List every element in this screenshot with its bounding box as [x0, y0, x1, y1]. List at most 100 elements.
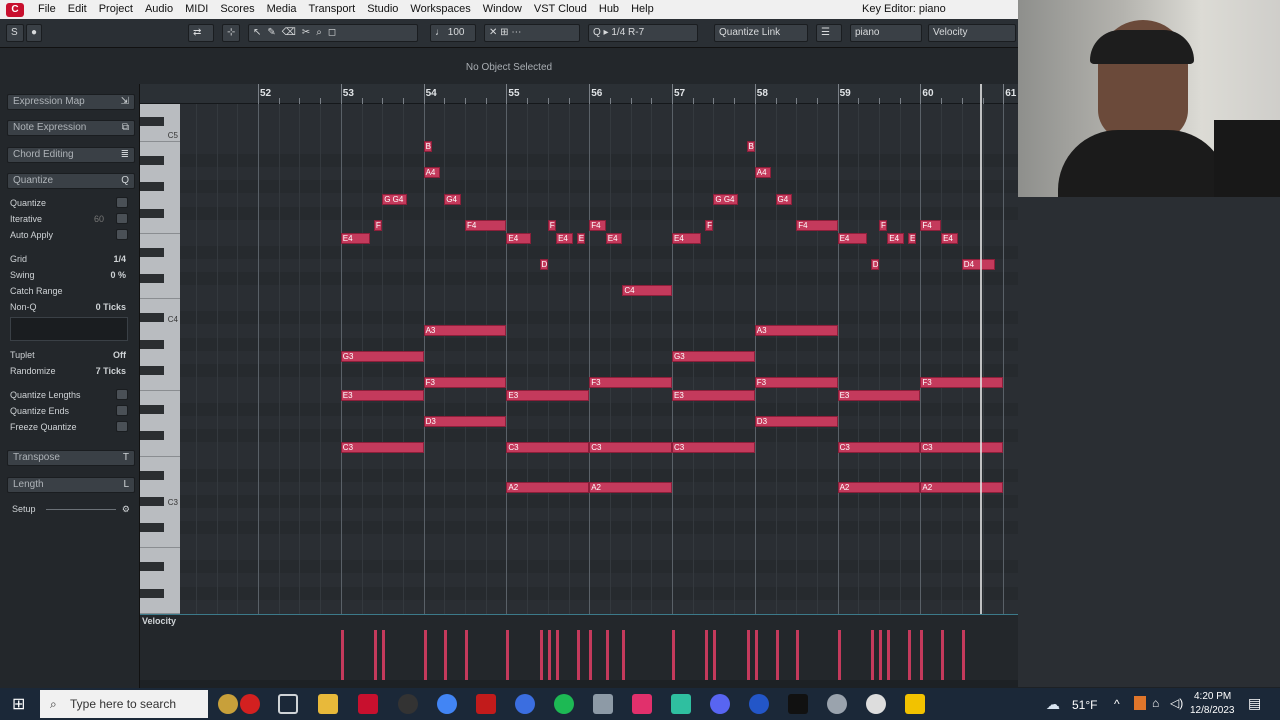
playhead[interactable]: [980, 84, 982, 680]
midi-note[interactable]: D: [870, 259, 879, 270]
file-explorer-icon[interactable]: [318, 694, 338, 714]
velocity-bar[interactable]: [605, 630, 609, 680]
chevron-up-icon[interactable]: ^: [1114, 697, 1120, 711]
black-key[interactable]: [140, 405, 164, 415]
black-key[interactable]: [140, 496, 164, 506]
midi-note[interactable]: E4: [506, 232, 532, 244]
iterative-icon[interactable]: [116, 213, 128, 224]
midi-note[interactable]: G G4: [713, 193, 739, 205]
velocity-bar[interactable]: [775, 630, 779, 680]
windows-start-icon[interactable]: ⊞: [12, 694, 25, 714]
midi-note[interactable]: D3: [423, 416, 507, 428]
midi-note[interactable]: E4: [887, 232, 904, 244]
tray-app-icon[interactable]: [1134, 696, 1146, 710]
velocity-bar[interactable]: [837, 630, 841, 680]
quantize-lengths-icon[interactable]: [116, 389, 128, 400]
midi-note[interactable]: F4: [373, 219, 383, 231]
midi-note[interactable]: G4: [775, 193, 793, 205]
velocity-bar[interactable]: [506, 630, 510, 680]
velocity-bar[interactable]: [961, 630, 965, 680]
velocity-bar[interactable]: [887, 630, 891, 680]
midi-note[interactable]: E4: [576, 232, 586, 244]
section-note-expression[interactable]: Note Expression ⧉: [7, 120, 135, 136]
midi-note[interactable]: E4: [605, 232, 623, 244]
cubase-taskbar-icon[interactable]: [358, 694, 378, 714]
section-chord-editing[interactable]: Chord Editing ≣: [7, 147, 135, 163]
black-key[interactable]: [140, 470, 164, 480]
catch-range-row[interactable]: Catch Range: [10, 284, 128, 298]
autoscroll-icon[interactable]: ⇄: [188, 24, 214, 42]
taskbar-app-icon[interactable]: [218, 694, 238, 714]
midi-note[interactable]: A4: [754, 167, 772, 179]
midi-note[interactable]: A4: [423, 167, 441, 179]
auto-apply-toggle[interactable]: [116, 229, 128, 240]
black-key[interactable]: [140, 339, 164, 349]
midi-note[interactable]: F3: [754, 376, 838, 388]
menu-scores[interactable]: Scores: [214, 0, 260, 19]
menu-midi[interactable]: MIDI: [179, 0, 214, 19]
freeze-quantize-icon[interactable]: [116, 421, 128, 432]
velocity-bar[interactable]: [340, 630, 344, 680]
tuplet-value[interactable]: Off: [113, 348, 126, 362]
midi-note[interactable]: G3: [672, 350, 755, 362]
menu-edit[interactable]: Edit: [62, 0, 93, 19]
black-key[interactable]: [140, 116, 164, 126]
iterative-row[interactable]: Iterative 60: [10, 212, 128, 226]
menu-media[interactable]: Media: [261, 0, 303, 19]
chrome-icon[interactable]: [437, 694, 457, 714]
note-grid[interactable]: B4A4G G4G4F4F4E4E4F4E4E4F4D4E4C4E4F4G G4…: [180, 104, 1018, 614]
midi-note[interactable]: F4: [547, 219, 557, 231]
swing-row[interactable]: Swing 0 %: [10, 268, 128, 282]
midi-note[interactable]: C3: [340, 442, 424, 454]
midi-note[interactable]: G3: [340, 350, 424, 362]
task-view-icon[interactable]: [278, 694, 298, 714]
midi-note[interactable]: E4: [837, 232, 867, 244]
velocity-bar[interactable]: [576, 630, 580, 680]
black-key[interactable]: [140, 431, 164, 441]
quantize-grid-display[interactable]: [10, 317, 128, 341]
black-key[interactable]: [140, 523, 164, 532]
midi-note[interactable]: E3: [340, 390, 424, 401]
velocity-bar[interactable]: [920, 630, 924, 680]
menu-vst-cloud[interactable]: VST Cloud: [528, 0, 593, 19]
app-icon[interactable]: [398, 694, 418, 714]
midi-note[interactable]: B4: [746, 141, 755, 153]
spotify-icon[interactable]: [554, 694, 574, 714]
midi-note[interactable]: G G4: [382, 193, 408, 205]
network-icon[interactable]: ⌂: [1152, 696, 1159, 710]
velocity-bar[interactable]: [754, 630, 758, 680]
midi-note[interactable]: D4: [961, 259, 995, 270]
menu-hub[interactable]: Hub: [593, 0, 625, 19]
midi-note[interactable]: E4: [907, 232, 917, 244]
velocity-bar[interactable]: [870, 630, 874, 680]
velocity-bar[interactable]: [907, 630, 911, 680]
speaker-icon[interactable]: ◁): [1170, 696, 1183, 710]
bar-ruler[interactable]: 52 53 54 55 56 57 58 59 60 61: [140, 84, 1067, 104]
quantize-apply-icon[interactable]: [116, 197, 128, 208]
velocity-bar[interactable]: [556, 630, 560, 680]
quantize-lengths-row[interactable]: Quantize Lengths: [10, 388, 128, 402]
black-key[interactable]: [140, 156, 164, 166]
midi-note[interactable]: E3: [837, 390, 921, 401]
midi-note[interactable]: C3: [920, 442, 1004, 454]
midi-note[interactable]: F3: [589, 376, 672, 388]
velocity-bar[interactable]: [746, 630, 750, 680]
black-key[interactable]: [140, 208, 164, 218]
midi-note[interactable]: F4: [465, 219, 507, 231]
quantize-ends-row[interactable]: Quantize Ends: [10, 404, 128, 418]
taskbar-app-icon[interactable]: [240, 694, 260, 714]
app-icon[interactable]: [671, 694, 691, 714]
velocity-bar[interactable]: [539, 630, 543, 680]
midi-note[interactable]: D3: [754, 416, 838, 428]
piano-keyboard[interactable]: C5 C4 C3: [140, 104, 180, 614]
black-key[interactable]: [140, 365, 164, 375]
midi-note[interactable]: F4: [920, 219, 942, 231]
velocity-bar[interactable]: [713, 630, 717, 680]
menu-file[interactable]: File: [32, 0, 62, 19]
midi-note[interactable]: C3: [672, 442, 755, 454]
midi-note[interactable]: E4: [672, 232, 701, 244]
menu-workspaces[interactable]: Workspaces: [404, 0, 476, 19]
notification-icon[interactable]: ▤: [1248, 695, 1261, 712]
app-icon[interactable]: [827, 694, 847, 714]
voicemeeter-icon[interactable]: [476, 694, 496, 714]
